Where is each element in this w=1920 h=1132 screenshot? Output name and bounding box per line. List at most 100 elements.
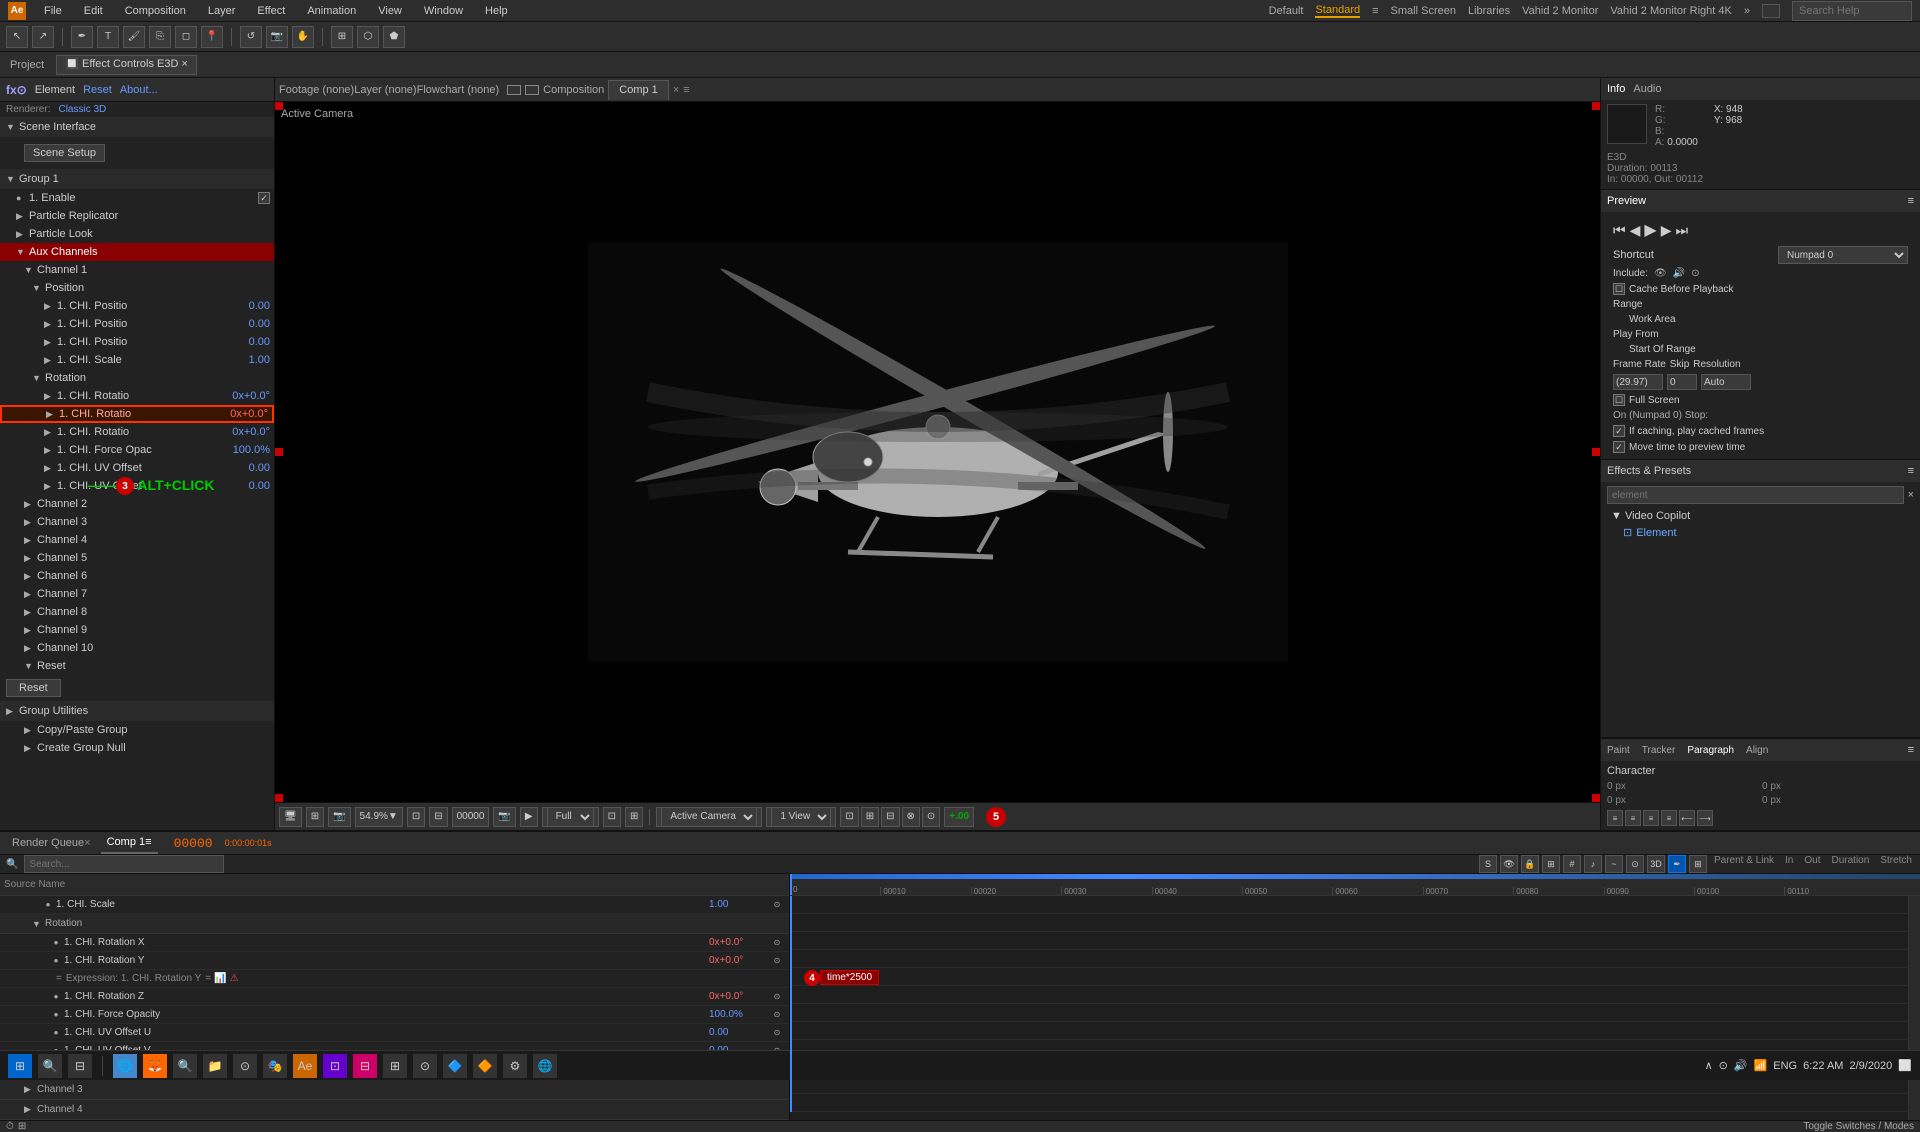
- tl-scale-row[interactable]: ● 1. CHI. Scale 1.00 ⊙: [0, 896, 789, 914]
- paragraph-tab[interactable]: Paragraph: [1687, 745, 1734, 756]
- pos3-row[interactable]: ▶ 1. CHI. Positio 0.00: [0, 333, 274, 351]
- app7-btn[interactable]: 🔷: [443, 1054, 467, 1078]
- workspace-menu-icon[interactable]: ≡: [1372, 5, 1378, 17]
- workspace-expand[interactable]: »: [1744, 5, 1750, 17]
- workspace-vahid4k[interactable]: Vahid 2 Monitor Right 4K: [1610, 5, 1731, 17]
- reset-header[interactable]: ▼Reset: [0, 657, 274, 675]
- enable-row[interactable]: ● 1. Enable ✓: [0, 189, 274, 207]
- skip-to-start-btn[interactable]: ⏮: [1613, 222, 1626, 239]
- tool-puppet[interactable]: 📍: [201, 26, 223, 48]
- tl-search-toggle[interactable]: 🔍: [4, 859, 20, 870]
- ae-btn[interactable]: Ae: [293, 1054, 317, 1078]
- taskview-btn[interactable]: ⊟: [68, 1054, 92, 1078]
- vc-preview-icon[interactable]: ▶: [520, 807, 538, 827]
- track-expression[interactable]: time*2500 4: [790, 968, 1920, 986]
- menu-animation[interactable]: Animation: [303, 3, 360, 19]
- tl-icon-lock[interactable]: 🔒: [1521, 855, 1539, 873]
- vc-icon-2[interactable]: ⊞: [861, 807, 879, 827]
- tray-up[interactable]: ∧: [1705, 1059, 1713, 1072]
- effect-controls-tab[interactable]: 🔲 Effect Controls E3D ×: [56, 55, 197, 75]
- skip-input[interactable]: [1667, 374, 1697, 390]
- tl-rotz-row[interactable]: ● 1. CHI. Rotation Z 0x+0.0° ⊙: [0, 988, 789, 1006]
- workspace-libraries[interactable]: Libraries: [1468, 5, 1510, 17]
- workspace-small-screen[interactable]: Small Screen: [1391, 5, 1456, 17]
- shortcut-select[interactable]: Numpad 0: [1778, 246, 1908, 264]
- channel4-row[interactable]: ▶Channel 4: [0, 531, 274, 549]
- rot1-row[interactable]: ▶ 1. CHI. Rotatio 0x+0.0°: [0, 387, 274, 405]
- menu-window[interactable]: Window: [420, 3, 467, 19]
- tool-select2[interactable]: ↗: [32, 26, 54, 48]
- move-time-checkbox[interactable]: ✓: [1613, 441, 1625, 453]
- track-scale[interactable]: [790, 896, 1920, 914]
- tl-time-icon[interactable]: ⏱: [6, 1121, 14, 1132]
- channel9-row[interactable]: ▶Channel 9: [0, 621, 274, 639]
- ep-expand[interactable]: ≡: [1908, 465, 1914, 477]
- vc-camera-icon[interactable]: 📷: [328, 807, 350, 827]
- view-select[interactable]: 1 View: [771, 807, 831, 827]
- char-expand[interactable]: ≡: [1908, 744, 1914, 756]
- scene-interface-header[interactable]: ▼ Scene Interface: [0, 117, 274, 137]
- audio-tab[interactable]: Audio: [1633, 83, 1661, 95]
- include-icon1[interactable]: 👁: [1654, 268, 1667, 279]
- menu-help[interactable]: Help: [481, 3, 512, 19]
- align-center-btn[interactable]: ≡: [1625, 810, 1641, 826]
- particle-look-row[interactable]: ▶ Particle Look: [0, 225, 274, 243]
- snapping-toggle[interactable]: ⊞: [331, 26, 353, 48]
- about-button[interactable]: About...: [120, 84, 158, 96]
- tool-align[interactable]: ⬡: [357, 26, 379, 48]
- group-utilities-header[interactable]: ▶ Group Utilities: [0, 701, 274, 721]
- justify-btn[interactable]: ≡: [1661, 810, 1677, 826]
- vc-region-icon[interactable]: ⊞: [625, 807, 643, 827]
- tool-camera[interactable]: 📷: [266, 26, 288, 48]
- scale-row[interactable]: ▶ 1. CHI. Scale 1.00: [0, 351, 274, 369]
- channel2-row[interactable]: ▶Channel 2: [0, 495, 274, 513]
- vc-plus[interactable]: +.00: [944, 807, 974, 827]
- tracker-tab[interactable]: Tracker: [1642, 745, 1676, 756]
- menu-view[interactable]: View: [374, 3, 406, 19]
- vc-camera-select[interactable]: Active Camera: [656, 807, 762, 827]
- particle-replicator-row[interactable]: ▶ Particle Replicator: [0, 207, 274, 225]
- tl-icon-solo[interactable]: S: [1479, 855, 1497, 873]
- aux-channels-row[interactable]: ▼ Aux Channels: [0, 243, 274, 261]
- channel5-row[interactable]: ▶Channel 5: [0, 549, 274, 567]
- tray-icon1[interactable]: ⊙: [1719, 1059, 1728, 1072]
- force-opac-row[interactable]: ▶ 1. CHI. Force Opac 100.0%: [0, 441, 274, 459]
- menu-layer[interactable]: Layer: [204, 3, 240, 19]
- play-btn[interactable]: ▶: [1644, 220, 1656, 240]
- menu-composition[interactable]: Composition: [121, 3, 190, 19]
- render-queue-tab[interactable]: Render Queue ×: [6, 832, 97, 854]
- track-roty[interactable]: [790, 950, 1920, 968]
- comp-tab-menu[interactable]: ≡: [683, 84, 689, 96]
- vc-view-select[interactable]: 1 View: [766, 807, 836, 827]
- skip-to-end-btn[interactable]: ⏭: [1675, 222, 1688, 239]
- include-icon2[interactable]: 🔊: [1673, 268, 1685, 279]
- chrome-btn[interactable]: 🌐: [113, 1054, 137, 1078]
- camera-select[interactable]: Active Camera: [661, 807, 757, 827]
- vc-fit-icon[interactable]: ⊡: [407, 807, 425, 827]
- rot3-row[interactable]: ▶ 1. CHI. Rotatio 0x+0.0°: [0, 423, 274, 441]
- tl-icon-grid[interactable]: ⊞: [1689, 855, 1707, 873]
- rot2-row[interactable]: 2 ▶ 1. CHI. Rotatio 0x+0.0°: [0, 405, 274, 423]
- app8-btn[interactable]: 🔶: [473, 1054, 497, 1078]
- workspace-standard[interactable]: Standard: [1315, 4, 1360, 18]
- menu-edit[interactable]: Edit: [80, 3, 107, 19]
- tl-roty-row[interactable]: ● 1. CHI. Rotation Y 0x+0.0° ⊙: [0, 952, 789, 970]
- channel10-row[interactable]: ▶Channel 10: [0, 639, 274, 657]
- scene-setup-button[interactable]: Scene Setup: [24, 144, 105, 162]
- tool-pan[interactable]: ✋: [292, 26, 314, 48]
- tl-icon-num[interactable]: #: [1563, 855, 1581, 873]
- if-caching-checkbox[interactable]: ✓: [1613, 425, 1625, 437]
- tl-icon-label[interactable]: ⊞: [1542, 855, 1560, 873]
- vc-zoom[interactable]: 54.9% ▼: [355, 807, 403, 827]
- vc-icon-3[interactable]: ⊟: [881, 807, 899, 827]
- tool-pen[interactable]: ✒: [71, 26, 93, 48]
- tool-type[interactable]: T: [97, 26, 119, 48]
- tray-notif[interactable]: ⬜: [1898, 1059, 1912, 1072]
- tl-icon-eye[interactable]: 👁: [1500, 855, 1518, 873]
- tool-brush[interactable]: 🖌: [123, 26, 145, 48]
- enable-checkbox[interactable]: ✓: [258, 192, 270, 204]
- tl-uvu-row[interactable]: ● 1. CHI. UV Offset U 0.00 ⊙: [0, 1024, 789, 1042]
- vc-icon-5[interactable]: ⊙: [922, 807, 940, 827]
- firefox-btn[interactable]: 🦊: [143, 1054, 167, 1078]
- workspace-default[interactable]: Default: [1269, 5, 1304, 17]
